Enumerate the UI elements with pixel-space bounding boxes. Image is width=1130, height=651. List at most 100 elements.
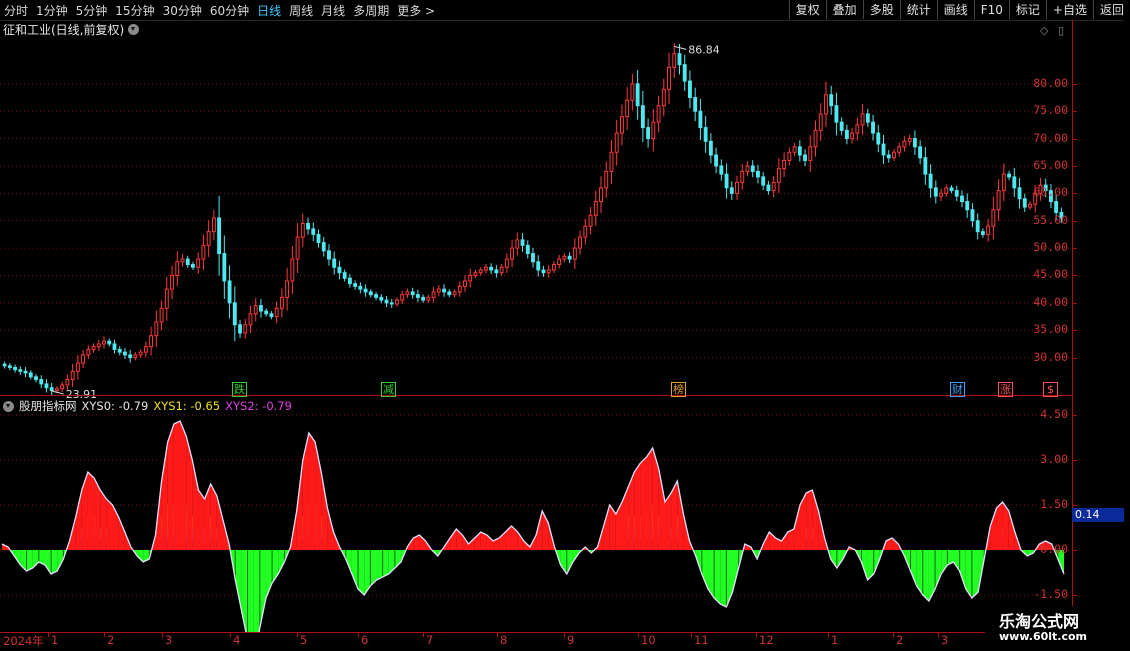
candle-body bbox=[829, 94, 834, 107]
indicator-area bbox=[517, 532, 524, 550]
indicator-area bbox=[971, 550, 979, 598]
indicator-axis-label: 0.00 bbox=[1040, 542, 1068, 556]
candle-body bbox=[499, 266, 504, 274]
candle-body bbox=[625, 99, 630, 118]
candle-body bbox=[279, 296, 284, 309]
event-marker[interactable]: 财 bbox=[950, 382, 965, 397]
candle-body bbox=[23, 370, 28, 374]
candle-body bbox=[939, 192, 943, 197]
month-tick bbox=[297, 633, 298, 637]
month-label: 6 bbox=[361, 633, 369, 647]
candle-body bbox=[1012, 176, 1017, 189]
candle-body bbox=[274, 307, 279, 318]
candle-body bbox=[761, 176, 766, 186]
event-marker[interactable]: 涨 bbox=[998, 382, 1013, 397]
month-tick bbox=[162, 633, 163, 637]
candle-body bbox=[667, 66, 671, 90]
candle-body bbox=[850, 132, 855, 140]
event-marker[interactable]: $ bbox=[1043, 382, 1058, 397]
candle-body bbox=[782, 159, 787, 170]
high-pointer bbox=[674, 45, 687, 50]
axis-tick bbox=[1072, 83, 1077, 85]
candle-body bbox=[578, 236, 583, 249]
candle-body bbox=[756, 170, 760, 178]
candle-body bbox=[290, 258, 295, 282]
indicator-area bbox=[566, 550, 573, 574]
candle-body bbox=[489, 266, 494, 271]
candle-body bbox=[834, 105, 839, 123]
candle-body bbox=[374, 294, 378, 298]
candle-body bbox=[300, 222, 305, 238]
price-axis-label: 60.00 bbox=[1033, 185, 1068, 200]
candle-body bbox=[724, 173, 729, 189]
candle-body bbox=[797, 146, 802, 156]
candle-body bbox=[792, 146, 797, 153]
candle-body bbox=[965, 201, 970, 211]
indicator-area bbox=[714, 550, 721, 604]
candle-body bbox=[358, 285, 363, 290]
candle-body bbox=[504, 258, 509, 268]
candle-body bbox=[143, 346, 148, 353]
candle-body bbox=[285, 280, 290, 298]
indicator-area bbox=[204, 484, 211, 550]
candle-body bbox=[75, 362, 80, 372]
month-tick bbox=[828, 633, 829, 637]
candle-body bbox=[264, 310, 269, 315]
candle-body bbox=[211, 217, 216, 233]
candle-body bbox=[259, 305, 263, 312]
candle-body bbox=[149, 335, 154, 348]
indicator-area bbox=[382, 550, 389, 577]
candle-body bbox=[871, 121, 875, 134]
indicator-area bbox=[928, 550, 936, 601]
candle-body bbox=[902, 140, 907, 148]
candle-body bbox=[353, 283, 358, 287]
indicator-area bbox=[302, 433, 309, 550]
month-label: 10 bbox=[641, 633, 656, 647]
month-tick bbox=[938, 633, 939, 637]
event-marker[interactable]: 跌 bbox=[232, 382, 247, 397]
month-label: 2 bbox=[896, 633, 904, 647]
month-tick bbox=[638, 633, 639, 637]
action-button-8[interactable]: 返回 bbox=[1092, 0, 1130, 19]
indicator-area bbox=[216, 496, 223, 550]
candle-body bbox=[735, 181, 739, 194]
event-marker[interactable]: 减 bbox=[381, 382, 396, 397]
candle-body bbox=[980, 231, 985, 235]
axis-tick bbox=[1072, 550, 1077, 551]
candle-body bbox=[766, 184, 771, 192]
candle-body bbox=[1022, 198, 1027, 208]
candle-body bbox=[703, 127, 708, 142]
candle-body bbox=[865, 113, 870, 123]
event-marker[interactable]: 榜 bbox=[671, 382, 686, 397]
month-label: 1 bbox=[831, 633, 839, 647]
month-label: 4 bbox=[233, 633, 241, 647]
candle-body bbox=[719, 165, 724, 175]
candle-body bbox=[49, 387, 54, 391]
axis-tick bbox=[1072, 357, 1077, 359]
month-label: 12 bbox=[759, 633, 774, 647]
candle-body bbox=[28, 372, 33, 378]
candle-body bbox=[688, 80, 692, 98]
candle-body bbox=[640, 105, 645, 129]
right-edge bbox=[1124, 20, 1130, 630]
indicator-area bbox=[75, 490, 82, 550]
indicator-area bbox=[118, 517, 125, 550]
candle-body bbox=[818, 113, 823, 131]
candle-body bbox=[248, 313, 253, 326]
candle-body bbox=[776, 168, 781, 183]
candle-body bbox=[599, 187, 603, 203]
candle-body bbox=[159, 307, 164, 323]
candle-body bbox=[368, 291, 373, 296]
indicator-area bbox=[800, 493, 807, 550]
candle-body bbox=[536, 261, 541, 271]
candle-body bbox=[1028, 203, 1032, 208]
indicator-area bbox=[658, 469, 665, 550]
candle-body bbox=[217, 217, 222, 255]
candle-body bbox=[316, 233, 321, 244]
indicator-area bbox=[622, 487, 629, 550]
chart-canvas: 86.8423.91 bbox=[0, 43, 1072, 632]
indicator-area bbox=[646, 448, 653, 550]
candle-body bbox=[96, 343, 101, 348]
indicator-area bbox=[241, 550, 248, 632]
indicator-area bbox=[186, 436, 193, 550]
